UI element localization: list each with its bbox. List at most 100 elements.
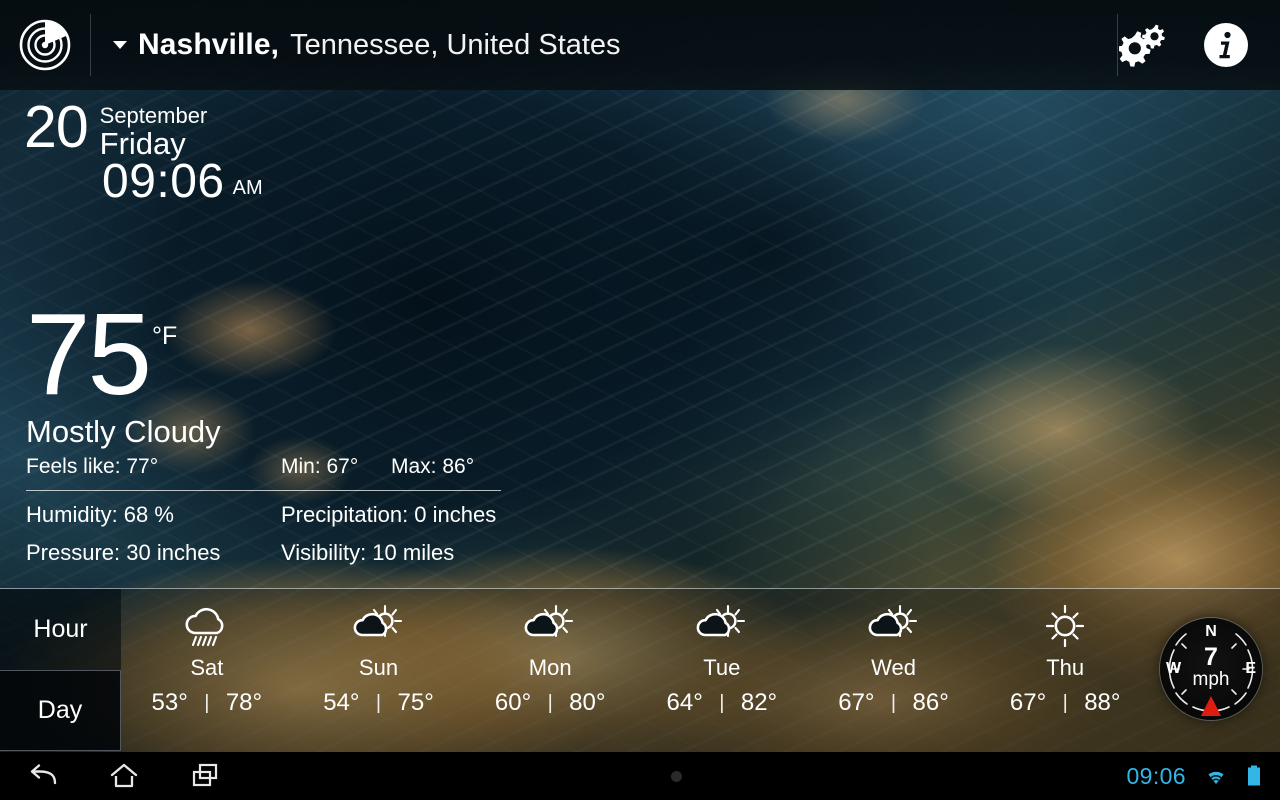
settings-button[interactable] — [1118, 19, 1170, 71]
temperature-row: 75 °F — [26, 300, 221, 408]
info-button[interactable] — [1200, 19, 1252, 71]
gear-icon — [1119, 23, 1169, 67]
forecast-high: 82° — [741, 689, 793, 717]
forecast-temp-separator: | — [188, 692, 226, 715]
sun-behind-cloud-icon — [694, 603, 750, 649]
pressure-value: Pressure: 30 inches — [26, 540, 281, 566]
forecast-high: 88° — [1084, 689, 1136, 717]
details-row-secondary-2: Pressure: 30 inches Visibility: 10 miles — [26, 528, 526, 566]
temperature-unit: °F — [152, 322, 177, 351]
forecast-day-temps: 67° | 88° — [994, 689, 1136, 717]
battery-icon[interactable] — [1246, 764, 1262, 788]
forecast-day-temps: 54° | 75° — [308, 689, 450, 717]
forecast-day-2[interactable]: Mon 60° | 80° — [464, 589, 636, 752]
status-area: 09:06 — [1126, 763, 1280, 790]
forecast-temp-separator: | — [875, 692, 913, 715]
wifi-icon[interactable] — [1202, 765, 1230, 787]
menu-dot-icon[interactable] — [671, 771, 682, 782]
back-arrow-icon — [25, 762, 59, 790]
forecast-low: 64° — [651, 689, 703, 717]
date-row: 20 September Friday — [24, 98, 263, 160]
location-selector[interactable]: Nashville, Tennessee, United States — [113, 28, 1117, 62]
forecast-low: 53° — [136, 689, 188, 717]
forecast-day-temps: 60° | 80° — [479, 689, 621, 717]
back-button[interactable] — [22, 758, 62, 794]
details-row-primary: Feels like: 77° Min: 67° Max: 86° — [26, 455, 526, 490]
forecast-day-3[interactable]: Tue 64° | 82° — [636, 589, 808, 752]
location-city: Nashville, — [138, 28, 279, 62]
appbar-actions — [1118, 19, 1280, 71]
forecast-high: 86° — [913, 689, 965, 717]
forecast-day-temps: 67° | 86° — [823, 689, 965, 717]
home-icon — [108, 762, 140, 790]
current-time-ampm: AM — [233, 177, 263, 200]
app-bar: Nashville, Tennessee, United States — [0, 0, 1280, 90]
wind-speed-value: 7 — [1160, 644, 1262, 670]
app-logo-button[interactable] — [0, 19, 90, 71]
visibility-value: Visibility: 10 miles — [281, 540, 454, 566]
weather-details: Feels like: 77° Min: 67° Max: 86° Humidi… — [26, 455, 526, 566]
forecast-day-name: Sun — [359, 655, 398, 681]
nav-center — [226, 771, 1126, 782]
recent-apps-icon — [190, 762, 222, 790]
forecast-temp-separator: | — [703, 692, 741, 715]
forecast-temp-separator: | — [531, 692, 569, 715]
forecast-day-5[interactable]: Thu 67° | 88° — [979, 589, 1151, 752]
date-time-block: 20 September Friday 09:06 AM — [24, 98, 263, 207]
sun-behind-cloud-icon — [351, 603, 407, 649]
tab-hour[interactable]: Hour — [0, 589, 121, 670]
max-temp-value: Max: 86° — [391, 455, 474, 479]
forecast-day-name: Wed — [871, 655, 916, 681]
forecast-mode-tabs: Hour Day — [0, 589, 121, 752]
status-clock[interactable]: 09:06 — [1126, 763, 1186, 790]
min-temp-value: Min: 67° — [281, 455, 391, 479]
radar-logo-icon — [19, 19, 71, 71]
forecast-day-0[interactable]: Sat 53° | 78° — [121, 589, 293, 752]
weather-app-screen: Nashville, Tennessee, United States — [0, 0, 1280, 800]
sun-behind-cloud-icon — [522, 603, 578, 649]
forecast-day-name: Mon — [529, 655, 572, 681]
forecast-day-4[interactable]: Wed 67° | 86° — [808, 589, 980, 752]
forecast-high: 75° — [398, 689, 450, 717]
location-region: Tennessee, United States — [290, 29, 620, 62]
nav-buttons — [0, 758, 226, 794]
forecast-day-temps: 64° | 82° — [651, 689, 793, 717]
forecast-temp-separator: | — [360, 692, 398, 715]
android-navigation-bar: 09:06 — [0, 752, 1280, 800]
forecast-temp-separator: | — [1046, 692, 1084, 715]
precipitation-value: Precipitation: 0 inches — [281, 502, 496, 528]
chevron-down-icon — [113, 41, 127, 49]
forecast-day-1[interactable]: Sun 54° | 75° — [293, 589, 465, 752]
forecast-high: 80° — [569, 689, 621, 717]
date-day-number: 20 — [24, 98, 88, 156]
forecast-day-name: Thu — [1046, 655, 1084, 681]
current-time: 09:06 — [102, 157, 225, 207]
current-temperature: 75 — [26, 300, 149, 408]
appbar-divider — [90, 14, 91, 76]
sun-icon — [1037, 603, 1093, 649]
feels-like-value: Feels like: 77° — [26, 455, 281, 479]
forecast-high: 78° — [226, 689, 278, 717]
date-month: September — [100, 104, 208, 127]
home-button[interactable] — [104, 758, 144, 794]
humidity-value: Humidity: 68 % — [26, 502, 281, 528]
sun-behind-cloud-icon — [866, 603, 922, 649]
recent-apps-button[interactable] — [186, 758, 226, 794]
wind-direction-arrow-icon — [1201, 696, 1221, 716]
time-row: 09:06 AM — [102, 157, 263, 207]
current-temperature-block: 75 °F Mostly Cloudy — [26, 300, 221, 450]
forecast-low: 67° — [823, 689, 875, 717]
compass-north-label: N — [1205, 623, 1217, 641]
tab-day[interactable]: Day — [0, 670, 121, 751]
forecast-day-name: Sat — [190, 655, 223, 681]
forecast-day-temps: 53° | 78° — [136, 689, 278, 717]
rain-cloud-icon — [179, 603, 235, 649]
wind-speed-unit: mph — [1160, 670, 1262, 690]
forecast-day-name: Tue — [703, 655, 740, 681]
wind-compass[interactable]: N W E 7 mph — [1160, 618, 1262, 720]
forecast-low: 54° — [308, 689, 360, 717]
daily-forecast-list: Sat 53° | 78° — [121, 589, 1151, 752]
details-row-secondary-1: Humidity: 68 % Precipitation: 0 inches — [26, 491, 526, 528]
month-weekday: September Friday — [100, 104, 208, 160]
current-condition: Mostly Cloudy — [26, 414, 221, 450]
